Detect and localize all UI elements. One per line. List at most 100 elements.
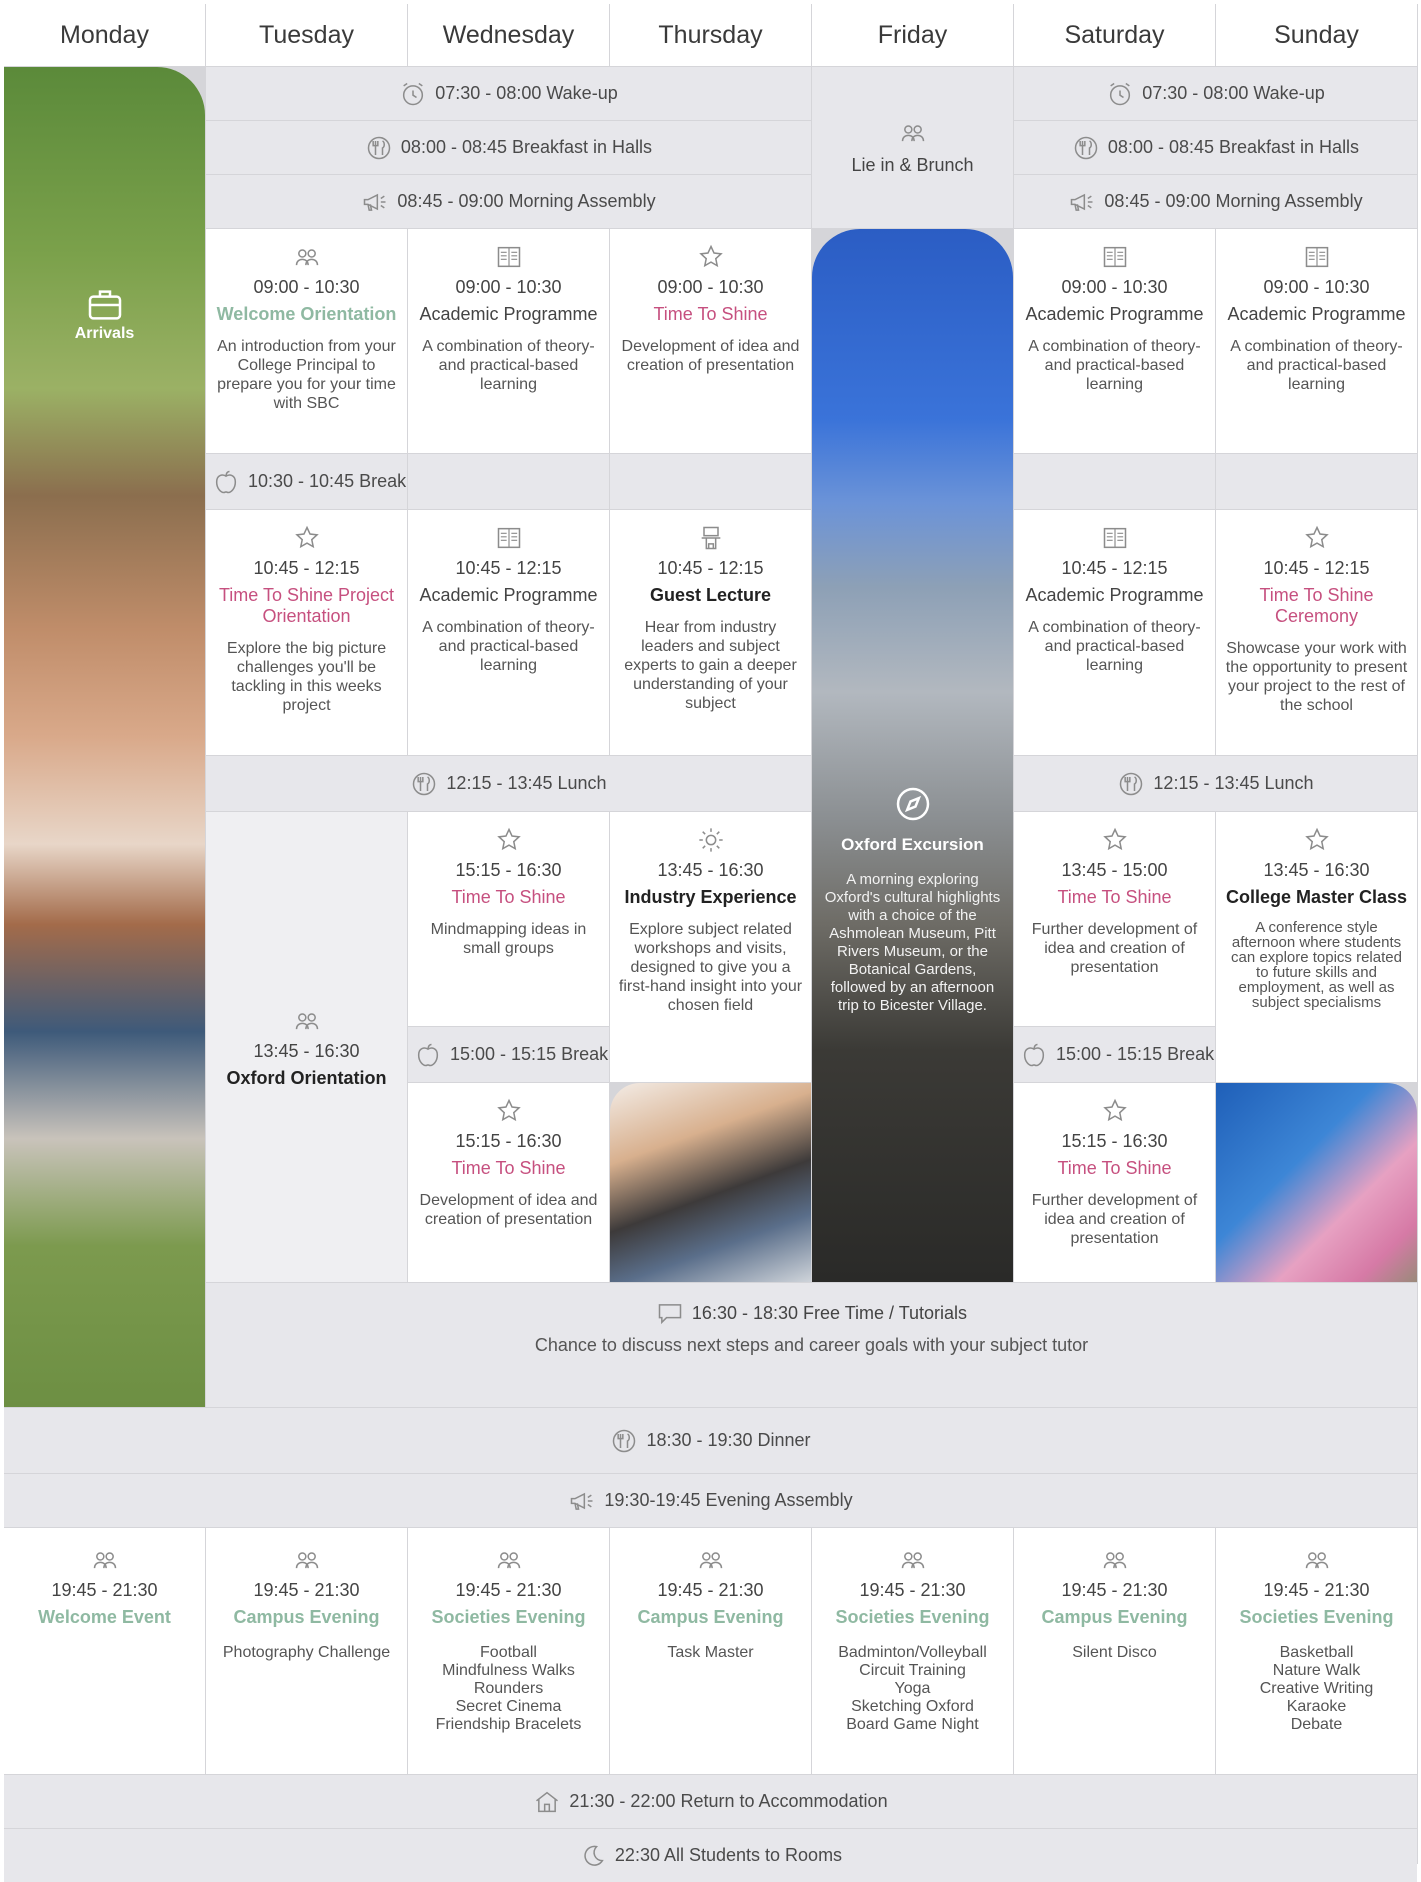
apple-icon [1020, 1041, 1048, 1069]
breakfast-text: 08:00 - 08:45 Breakfast in Halls [400, 137, 653, 157]
session-title: Academic Programme [1025, 585, 1204, 605]
megaphone-icon [361, 188, 389, 216]
evening-item: Mindfulness Walks [442, 1662, 575, 1679]
star-icon [495, 826, 523, 854]
people-icon [293, 1546, 321, 1574]
session-title: Time To Shine [451, 1158, 566, 1178]
session-desc: A conference style afternoon where stude… [1231, 919, 1402, 1011]
evening-saturday: 19:45 - 21:30 Campus Evening Silent Disc… [1014, 1528, 1215, 1774]
people-icon [899, 119, 927, 147]
session-title: Guest Lecture [649, 585, 772, 605]
session-desc: Development of idea and creation of pres… [621, 338, 800, 374]
assembly-band-weekday: 08:45 - 09:00 Morning Assembly [206, 175, 811, 228]
evening-item: Circuit Training [859, 1662, 966, 1679]
break-text: 10:30 - 10:45 Break [248, 471, 407, 491]
evening-item: Nature Walk [1272, 1662, 1361, 1679]
session-time: 15:15 - 16:30 [455, 1131, 562, 1151]
thursday-session1: 09:00 - 10:30 Time To Shine Development … [610, 229, 811, 453]
session-desc: Showcase your work with the opportunity … [1225, 640, 1408, 714]
evening-time: 19:45 - 21:30 [51, 1580, 158, 1600]
people-icon [293, 243, 321, 271]
break-spacer [1014, 454, 1215, 509]
return-text: 21:30 - 22:00 Return to Accommodation [569, 1791, 888, 1811]
breakfast-band-weekend: 08:00 - 08:45 Breakfast in Halls [1014, 121, 1417, 174]
evening-assembly-text: 19:30-19:45 Evening Assembly [604, 1490, 853, 1510]
moon-icon [579, 1842, 607, 1870]
session-time: 10:45 - 12:15 [1061, 558, 1168, 578]
break-spacer [408, 454, 609, 509]
evening-sunday: 19:45 - 21:30 Societies Evening Basketba… [1216, 1528, 1417, 1774]
wednesday-session1: 09:00 - 10:30 Academic Programme A combi… [408, 229, 609, 453]
evening-title: Campus Evening [637, 1607, 784, 1627]
book-icon [1303, 243, 1331, 271]
session-time: 10:45 - 12:15 [455, 558, 562, 578]
break-text: 15:00 - 15:15 Break [450, 1044, 609, 1064]
session-title: Industry Experience [624, 887, 797, 907]
weekly-timetable: Monday Tuesday Wednesday Thursday Friday… [4, 4, 1418, 1882]
evening-time: 19:45 - 21:30 [1061, 1580, 1168, 1600]
evening-thursday: 19:45 - 21:30 Campus Evening Task Master [610, 1528, 811, 1774]
breakfast-band-weekday: 08:00 - 08:45 Breakfast in Halls [206, 121, 811, 174]
session-time: 09:00 - 10:30 [455, 277, 562, 297]
evening-friday: 19:45 - 21:30 Societies Evening Badminto… [812, 1528, 1013, 1774]
wakeup-text: 07:30 - 08:00 Wake-up [1142, 83, 1325, 103]
session-desc: An introduction from your College Princi… [217, 338, 396, 412]
evening-item: Rounders [473, 1680, 544, 1697]
saturday-session1: 09:00 - 10:30 Academic Programme A combi… [1014, 229, 1215, 453]
break-spacer [1216, 454, 1417, 509]
sunday-afternoon: 13:45 - 16:30 College Master Class A con… [1216, 812, 1417, 1082]
sunday-session1: 09:00 - 10:30 Academic Programme A combi… [1216, 229, 1417, 453]
lunch-text: 12:15 - 13:45 Lunch [1153, 773, 1314, 793]
evening-item: Karaoke [1286, 1698, 1347, 1715]
wakeup-band-weekday: 07:30 - 08:00 Wake-up [206, 67, 811, 120]
session-desc: Mindmapping ideas in small groups [430, 921, 587, 957]
people-icon [899, 1546, 927, 1574]
morning-break: 10:30 - 10:45 Break [206, 454, 407, 509]
wednesday-afternoon-a: 15:15 - 16:30 Time To Shine Mindmapping … [408, 812, 609, 1026]
apple-icon [212, 468, 240, 496]
friday-lie-in: Lie in & Brunch [812, 67, 1013, 228]
day-header-monday: Monday [4, 4, 205, 66]
saturday-afternoon-a: 13:45 - 15:00 Time To Shine Further deve… [1014, 812, 1215, 1026]
evening-title: Campus Evening [233, 1607, 380, 1627]
session-time: 09:00 - 10:30 [253, 277, 360, 297]
star-icon [1101, 826, 1129, 854]
cutlery-icon [410, 770, 438, 798]
day-header-thursday: Thursday [610, 4, 811, 66]
free-time-desc: Chance to discuss next steps and career … [534, 1335, 1089, 1355]
oxford-excursion-photo: Oxford Excursion A morning exploring Oxf… [812, 229, 1013, 1282]
session-title: Academic Programme [1025, 304, 1204, 324]
sunday-session2: 10:45 - 12:15 Time To Shine Ceremony Sho… [1216, 510, 1417, 755]
session-title: Time To Shine [1057, 887, 1172, 907]
session-title: Time To Shine Project Orientation [218, 585, 395, 626]
evening-item: Basketball [1279, 1644, 1354, 1661]
star-icon [495, 1097, 523, 1125]
day-header-friday: Friday [812, 4, 1013, 66]
rooms-band: 22:30 All Students to Rooms [4, 1829, 1417, 1882]
evening-title: Societies Evening [1239, 1607, 1394, 1627]
evening-item: Task Master [667, 1644, 754, 1661]
session-title: Time To Shine Ceremony [1259, 585, 1374, 626]
thursday-afternoon: 13:45 - 16:30 Industry Experience Explor… [610, 812, 811, 1082]
evening-title: Societies Evening [431, 1607, 586, 1627]
dinner-band: 18:30 - 19:30 Dinner [4, 1408, 1417, 1473]
gear-icon [697, 826, 725, 854]
session-time: 09:00 - 10:30 [657, 277, 764, 297]
session-title: Time To Shine [653, 304, 768, 324]
book-icon [495, 524, 523, 552]
assembly-band-weekend: 08:45 - 09:00 Morning Assembly [1014, 175, 1417, 228]
book-icon [1101, 243, 1129, 271]
break-text: 15:00 - 15:15 Break [1056, 1044, 1215, 1064]
session-desc: Development of idea and creation of pres… [419, 1192, 598, 1228]
lie-in-label: Lie in & Brunch [851, 155, 974, 175]
tuesday-session1: 09:00 - 10:30 Welcome Orientation An int… [206, 229, 407, 453]
book-icon [1101, 524, 1129, 552]
session-desc: A combination of theory- and practical-b… [422, 619, 595, 674]
people-icon [1303, 1546, 1331, 1574]
session-desc: Further development of idea and creation… [1031, 1192, 1198, 1247]
evening-time: 19:45 - 21:30 [859, 1580, 966, 1600]
evening-item: Creative Writing [1259, 1680, 1374, 1697]
session-title: College Master Class [1225, 887, 1408, 907]
evening-item: Friendship Bracelets [435, 1716, 582, 1733]
excursion-block: Oxford Excursion A morning exploring Oxf… [822, 784, 1003, 1015]
